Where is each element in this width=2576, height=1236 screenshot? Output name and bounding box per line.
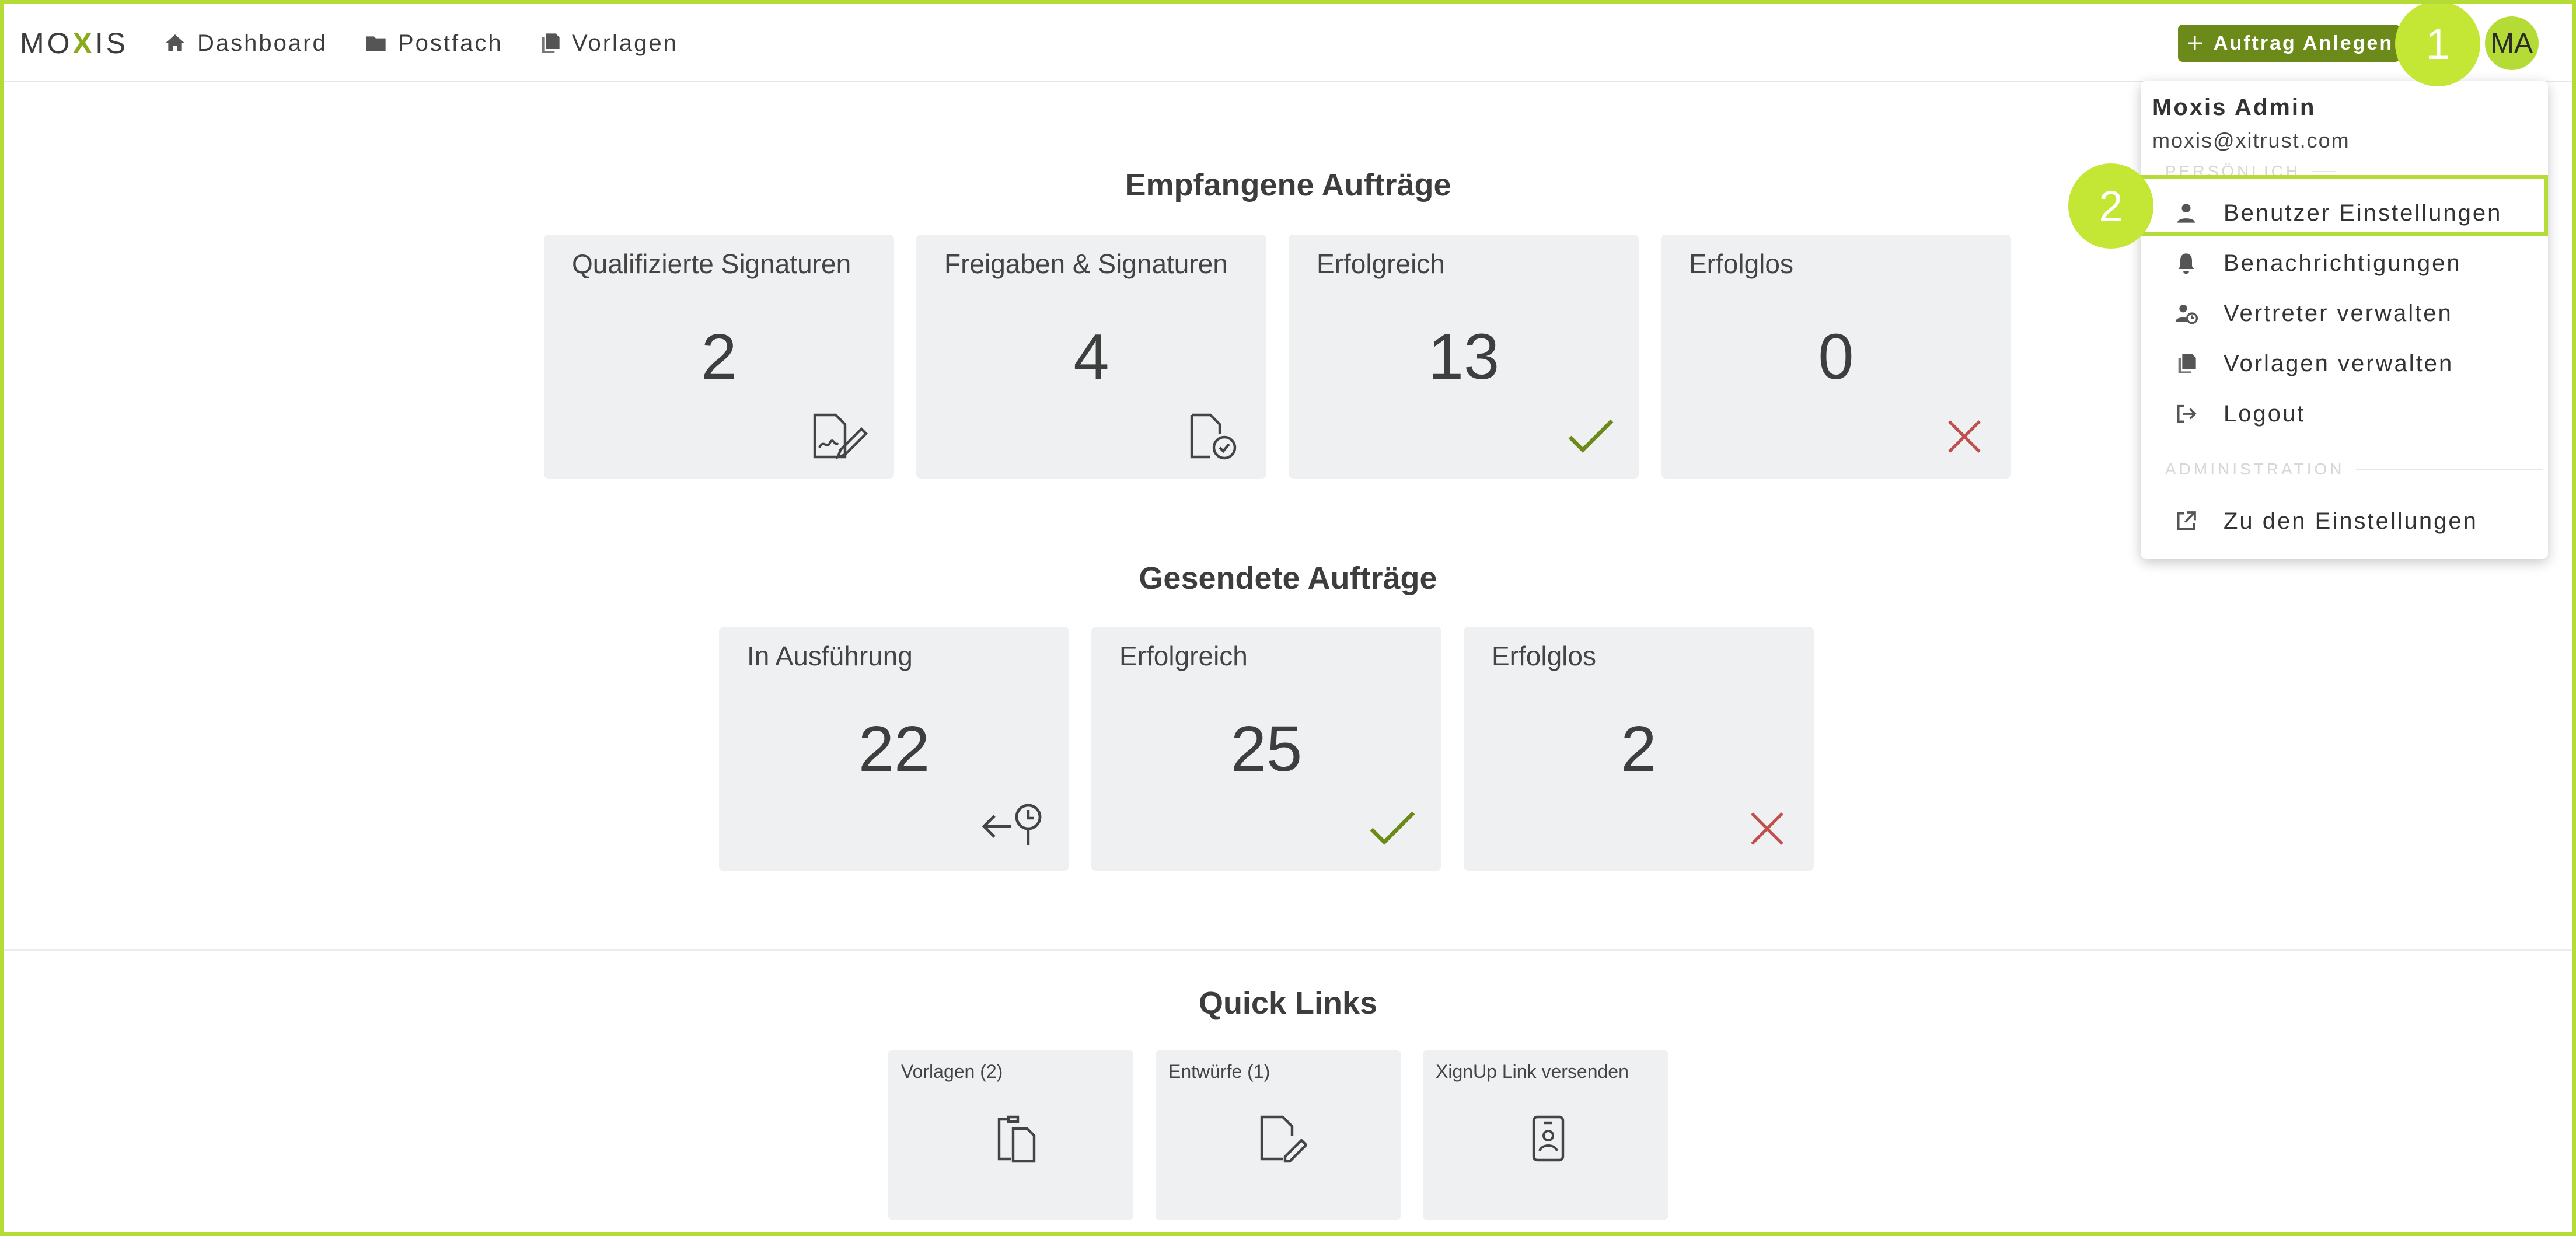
user-menu-dropdown: Moxis Admin moxis@xitrust.com PERSÖNLICH… [2141,81,2548,559]
menu-item-substitutes[interactable]: Vertreter verwalten [2141,287,2548,340]
nav-dashboard[interactable]: Dashboard [163,26,327,61]
top-bar: MOXIS Dashboard Postfach Vorlagen Auftra… [0,0,2576,82]
card-received-qualified-signatures[interactable]: Qualifizierte Signaturen 2 [544,235,894,479]
card-received-failed[interactable]: Erfolglos 0 [1661,235,2011,479]
create-order-button[interactable]: Auftrag Anlegen [2178,25,2400,62]
user-avatar[interactable]: MA [2485,16,2539,70]
id-badge-icon [1532,1115,1565,1162]
user-name: Moxis Admin [2152,95,2316,120]
folder-icon [366,36,386,51]
card-sent-in-progress[interactable]: In Ausführung 22 [719,627,1069,871]
user-email: moxis@xitrust.com [2152,128,2350,152]
quick-link-xignup[interactable]: XignUp Link versenden [1423,1050,1668,1220]
clipboard-document-icon [997,1115,1036,1163]
menu-item-logout[interactable]: Logout [2141,387,2548,440]
arrow-clock-icon [982,804,1042,845]
sent-orders-title: Gesendete Aufträge [1139,561,1437,596]
check-icon [1568,419,1614,453]
section-divider [4,949,2572,951]
quick-link-drafts[interactable]: Entwürfe (1) [1156,1050,1401,1220]
signature-document-icon [813,413,868,459]
logout-icon [2177,404,2197,423]
card-sent-failed[interactable]: Erfolglos 2 [1464,627,1814,871]
quick-links-title: Quick Links [1198,986,1378,1021]
check-icon [1370,811,1415,845]
highlight-user-settings [2139,175,2548,236]
card-sent-successful[interactable]: Erfolgreich 25 [1091,627,1441,871]
menu-item-manage-templates[interactable]: Vorlagen verwalten [2141,337,2548,390]
document-edit-icon [1260,1115,1307,1163]
plus-icon [2187,36,2202,50]
home-icon [165,34,185,51]
menu-item-go-to-settings[interactable]: Zu den Einstellungen [2141,495,2548,547]
quick-link-templates[interactable]: Vorlagen (2) [888,1050,1133,1220]
moxis-logo[interactable]: MOXIS [20,26,128,61]
user-clock-icon [2175,305,2198,324]
menu-item-notifications[interactable]: Benachrichtigungen [2141,237,2548,289]
copy-icon [2178,354,2196,373]
cross-icon [1751,812,1783,845]
document-check-icon [1190,413,1237,460]
copy-icon [542,33,560,53]
cross-icon [1948,420,1981,453]
external-link-icon [2177,511,2196,530]
step-marker-2: 2 [2068,163,2153,249]
bell-icon [2178,253,2194,274]
nav-templates[interactable]: Vorlagen [538,26,678,61]
step-marker-1: 1 [2395,1,2480,86]
card-received-approvals-signatures[interactable]: Freigaben & Signaturen 4 [916,235,1266,479]
menu-section-administration: ADMINISTRATION [2165,460,2543,479]
card-received-successful[interactable]: Erfolgreich 13 [1289,235,1639,479]
nav-inbox[interactable]: Postfach [364,26,503,61]
